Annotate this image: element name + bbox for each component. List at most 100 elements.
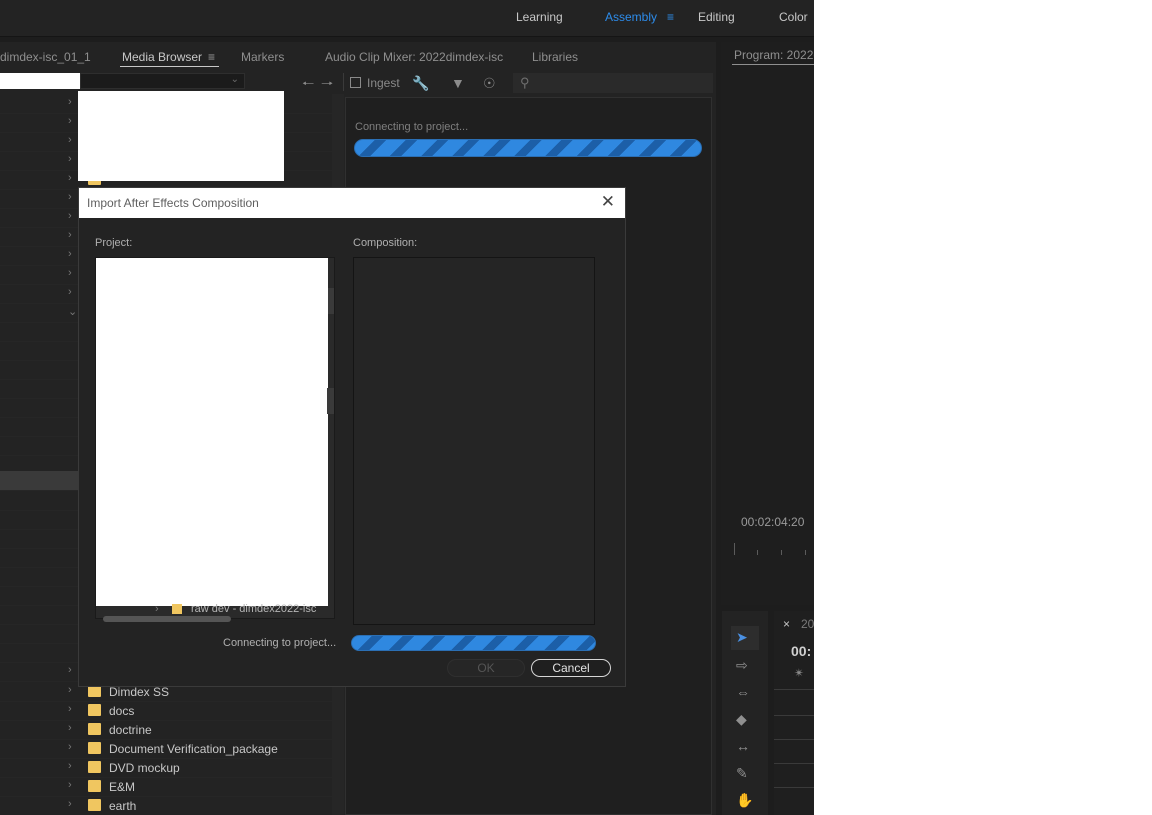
- tab-media-browser[interactable]: Media Browser: [122, 50, 202, 64]
- chevron-right-icon[interactable]: ›: [68, 153, 72, 165]
- workspace-editing[interactable]: Editing: [698, 10, 735, 24]
- chevron-right-icon[interactable]: ›: [68, 229, 72, 241]
- tab-markers[interactable]: Markers: [241, 50, 284, 64]
- chevron-right-icon[interactable]: ›: [68, 191, 72, 203]
- panel-menu-icon[interactable]: ≡: [208, 50, 215, 64]
- connecting-status-text: Connecting to project...: [355, 121, 469, 133]
- ok-button[interactable]: OK: [447, 659, 525, 677]
- tab-project[interactable]: dimdex-isc_01_1: [0, 50, 91, 64]
- hand-tool-icon[interactable]: ✋: [736, 792, 753, 809]
- chevron-right-icon[interactable]: ›: [68, 248, 72, 260]
- tab-audio-clip-mixer[interactable]: Audio Clip Mixer: 2022dimdex-isc: [325, 50, 503, 64]
- ruler-tick: [734, 543, 735, 555]
- workspace-bar: Learning Assembly ≡ Editing Color: [0, 0, 814, 37]
- chevron-down-icon[interactable]: ⌄: [68, 305, 77, 318]
- project-tree-list[interactable]: › raw dev - dimdex2022-isc: [95, 257, 335, 622]
- project-tree-item[interactable]: raw dev - dimdex2022-isc: [191, 603, 316, 615]
- chevron-right-icon[interactable]: ›: [68, 741, 72, 753]
- workspace-color[interactable]: Color: [779, 10, 808, 24]
- project-scroll-thumb[interactable]: [327, 388, 334, 414]
- connecting-progress-bar: [354, 139, 702, 157]
- slip-tool-icon[interactable]: ↔: [736, 738, 750, 754]
- chevron-right-icon[interactable]: ›: [68, 267, 72, 279]
- project-vscroll[interactable]: [328, 288, 334, 314]
- folder-row-earth[interactable]: › earth: [0, 796, 332, 815]
- wrench-icon[interactable]: 🔧: [412, 74, 429, 92]
- folder-icon: [88, 780, 101, 792]
- workspace-menu-icon[interactable]: ≡: [667, 10, 674, 24]
- folder-row-doctrine[interactable]: › doctrine: [0, 720, 332, 740]
- dialog-connecting-text: Connecting to project...: [223, 637, 337, 649]
- workspace-learning[interactable]: Learning: [516, 10, 563, 24]
- track-divider: [774, 787, 814, 788]
- folder-icon: [88, 723, 101, 735]
- chevron-right-icon[interactable]: ›: [68, 115, 72, 127]
- track-divider: [774, 739, 814, 740]
- search-input[interactable]: ⚲: [513, 73, 713, 93]
- close-icon[interactable]: ✕: [601, 192, 615, 212]
- tab-libraries[interactable]: Libraries: [532, 50, 578, 64]
- ripple-edit-tool-icon[interactable]: ⇔: [736, 684, 750, 700]
- timeline-close-icon[interactable]: ×: [783, 617, 790, 631]
- chevron-right-icon[interactable]: ›: [68, 703, 72, 715]
- folder-icon: [88, 761, 101, 773]
- chevron-right-icon[interactable]: ›: [68, 664, 72, 676]
- forward-arrow-icon[interactable]: 🠒: [321, 74, 333, 92]
- selection-tool-icon[interactable]: ➤: [736, 629, 748, 646]
- dialog-title-bar: Import After Effects Composition ✕: [79, 188, 625, 218]
- folder-label: earth: [109, 799, 137, 813]
- track-divider: [774, 715, 814, 716]
- track-divider: [774, 763, 814, 764]
- workspace-assembly[interactable]: Assembly: [605, 10, 657, 24]
- chevron-right-icon[interactable]: ›: [68, 798, 72, 810]
- folder-label: DVD mockup: [109, 761, 180, 775]
- chevron-down-icon: ⌄: [230, 74, 239, 85]
- folder-row-document-verification[interactable]: › Document Verification_package: [0, 739, 332, 759]
- ingest-checkbox[interactable]: [350, 77, 361, 88]
- path-dropdown[interactable]: ⌄: [80, 73, 245, 89]
- chevron-right-icon[interactable]: ›: [68, 286, 72, 298]
- search-icon: ⚲: [520, 75, 530, 90]
- folder-label: E&M: [109, 780, 136, 794]
- track-select-tool-icon[interactable]: ⇨: [736, 657, 748, 674]
- back-arrow-icon[interactable]: 🠐: [302, 74, 314, 92]
- dialog-progress-bar: [351, 635, 596, 651]
- redacted-area: [78, 91, 284, 181]
- composition-list[interactable]: [353, 257, 595, 625]
- folder-row-docs[interactable]: › docs: [0, 701, 332, 721]
- timeline-panel: × 20 00: ✴: [774, 611, 814, 815]
- program-timecode[interactable]: 00:02:04:20: [741, 515, 804, 529]
- project-hscroll[interactable]: [103, 616, 231, 622]
- razor-tool-icon[interactable]: ◆: [736, 711, 747, 728]
- ingest-label: Ingest: [367, 76, 400, 90]
- toolbar-divider: [343, 73, 344, 91]
- chevron-right-icon[interactable]: ›: [68, 96, 72, 108]
- timeline-tab[interactable]: 20: [801, 617, 814, 631]
- timeline-timecode[interactable]: 00:: [791, 643, 811, 659]
- chevron-right-icon[interactable]: ›: [68, 210, 72, 222]
- folder-row-dvd-mockup[interactable]: › DVD mockup: [0, 758, 332, 778]
- folder-label: docs: [109, 704, 135, 718]
- folder-label: Document Verification_package: [109, 742, 278, 756]
- chevron-right-icon[interactable]: ›: [68, 172, 72, 184]
- chevron-right-icon[interactable]: ›: [68, 760, 72, 772]
- path-field[interactable]: [0, 73, 80, 89]
- view-eye-icon[interactable]: ☉: [483, 74, 496, 92]
- ruler-tick: [757, 550, 758, 555]
- composition-label: Composition:: [353, 237, 418, 249]
- cancel-button[interactable]: Cancel: [531, 659, 611, 677]
- folder-row-em[interactable]: › E&M: [0, 777, 332, 797]
- chevron-right-icon[interactable]: ›: [68, 684, 72, 696]
- chevron-right-icon[interactable]: ›: [155, 603, 159, 615]
- track-divider: [774, 689, 814, 690]
- snap-icon[interactable]: ✴: [794, 666, 804, 680]
- chevron-right-icon[interactable]: ›: [68, 134, 72, 146]
- tab-program[interactable]: Program: 2022d: [734, 48, 814, 62]
- panel-tabs: dimdex-isc_01_1 Media Browser ≡ Markers …: [0, 42, 716, 72]
- ruler-tick: [805, 550, 806, 555]
- pen-tool-icon[interactable]: ✎: [736, 765, 748, 782]
- program-tab-underline: [732, 64, 814, 65]
- chevron-right-icon[interactable]: ›: [68, 779, 72, 791]
- chevron-right-icon[interactable]: ›: [68, 722, 72, 734]
- filter-icon[interactable]: ▼: [451, 74, 465, 92]
